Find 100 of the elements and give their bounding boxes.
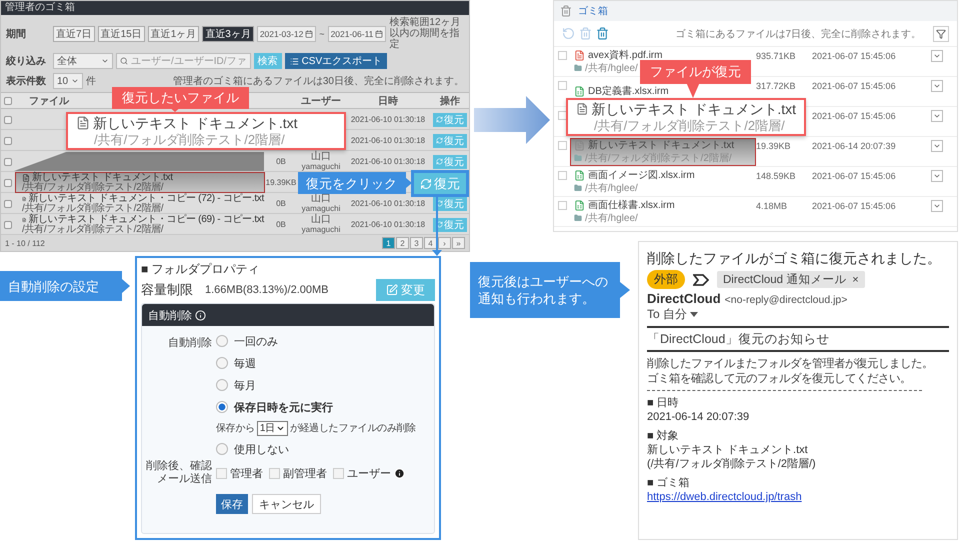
days-select[interactable]: 1日 <box>256 420 288 436</box>
file-icon <box>576 102 588 116</box>
retention-note: ゴミ箱にあるファイルは7日後、完全に削除されます。 <box>675 28 921 40</box>
refresh-icon <box>420 178 432 190</box>
chevron-icon <box>932 82 940 90</box>
row-checkbox[interactable] <box>4 158 12 166</box>
external-tag: 外部 <box>647 270 685 289</box>
option-label: 毎月 <box>234 378 256 392</box>
row-checkbox[interactable] <box>4 220 12 228</box>
refresh-icon <box>436 200 443 207</box>
row-checkbox[interactable] <box>558 171 566 180</box>
file-size: 317.72KB <box>756 80 797 91</box>
deleted-date: 2021-06-07 15:45:06 <box>812 200 897 211</box>
row-checkbox[interactable] <box>558 111 566 120</box>
page-button[interactable]: 3 <box>410 237 423 249</box>
trash-icon[interactable] <box>596 27 609 40</box>
file-size: 0B <box>275 199 287 208</box>
info-icon[interactable] <box>195 310 206 320</box>
row-checkbox[interactable] <box>558 51 566 60</box>
section-heading: ■ 日時 <box>647 396 680 410</box>
callout-label: 復元をクリック <box>298 172 406 194</box>
row-menu-button[interactable] <box>930 200 942 212</box>
date-field[interactable]: 2021-03-12 <box>256 26 316 42</box>
checkbox[interactable] <box>269 468 280 478</box>
save-button[interactable]: 保存 <box>216 494 248 514</box>
file-path: /共有/フォルダ削除テスト/2階層/ <box>22 204 164 214</box>
restore-icon[interactable] <box>562 27 575 40</box>
radio-button[interactable] <box>216 357 228 369</box>
row-menu-button[interactable] <box>930 140 942 152</box>
cancel-button[interactable]: キャンセル <box>252 494 321 514</box>
list-icon <box>290 56 299 66</box>
page-button[interactable]: › <box>438 237 451 249</box>
email-heading: 「DirectCloud」復元のお知らせ <box>647 331 830 348</box>
row-checkbox[interactable] <box>4 200 12 208</box>
period-button[interactable]: 直近1ヶ月 <box>148 26 200 42</box>
option-label: 保存日時を元に実行 <box>234 400 333 414</box>
row-checkbox[interactable] <box>4 136 12 144</box>
radio-button[interactable] <box>216 379 228 391</box>
row-checkbox[interactable] <box>558 141 566 150</box>
row-checkbox[interactable] <box>558 81 566 90</box>
file-icon <box>22 194 26 202</box>
deleted-date: 2021-06-14 20:07:39 <box>812 140 897 151</box>
capacity-value: 1.66MB(83.13%)/2.00MB <box>205 284 329 296</box>
row-checkbox[interactable] <box>4 178 12 186</box>
user-name: 山口 <box>311 152 331 162</box>
field-label: 削除後、確認メール送信 <box>145 460 212 486</box>
row-menu-button[interactable] <box>930 170 942 182</box>
refresh-icon <box>436 137 443 144</box>
checkbox[interactable] <box>216 468 227 478</box>
row-checkbox[interactable] <box>4 116 12 124</box>
select-all-checkbox[interactable] <box>4 96 12 104</box>
deleted-date: 2021-06-10 01:30:18 <box>350 136 426 145</box>
file-size: 148.59KB <box>756 170 797 181</box>
row-checkbox[interactable] <box>558 201 566 210</box>
recipient-toggle[interactable]: To 自分 <box>647 306 949 323</box>
filter-button[interactable] <box>933 26 949 42</box>
chevron-icon <box>101 57 109 65</box>
checkbox[interactable] <box>333 468 344 478</box>
row-menu-button[interactable] <box>930 80 942 92</box>
callout-pointer <box>620 282 630 298</box>
pdf-file-icon <box>574 50 585 60</box>
section-title: 自動削除 <box>148 308 192 322</box>
period-button[interactable]: 直近3ヶ月 <box>202 26 254 42</box>
period-button[interactable]: 直近15日 <box>98 26 145 42</box>
option-label: 毎週 <box>234 356 256 370</box>
file-icon <box>76 116 90 130</box>
remove-label-button[interactable]: × <box>852 274 859 286</box>
file-size: 19.39KB <box>265 178 297 187</box>
checkbox-label: ユーザー <box>347 466 391 480</box>
field-label: 自動削除 <box>167 336 212 351</box>
user-name: 山口 <box>311 194 331 204</box>
radio-button[interactable] <box>216 443 228 455</box>
count-select[interactable]: 10 <box>53 73 84 89</box>
filter-label: 絞り込み <box>6 54 47 68</box>
page-button[interactable]: 4 <box>424 237 437 249</box>
trash-link[interactable]: https://dweb.directcloud.jp/trash <box>647 490 949 504</box>
radio-button[interactable] <box>216 335 228 347</box>
row-menu-button[interactable] <box>930 50 942 62</box>
callout-label: 自動削除の設定 <box>0 271 122 301</box>
page-button[interactable]: 2 <box>396 237 409 249</box>
file-path: /共有/フォルダ削除テスト/2階層/ <box>93 132 286 148</box>
retention-prefix: 保存から <box>216 422 255 435</box>
file-name: 画面イメージ図.xlsx.irm <box>574 170 695 180</box>
info-icon[interactable] <box>394 468 405 478</box>
row-menu-button[interactable] <box>930 110 942 122</box>
filter-label: 表示件数 <box>6 74 47 88</box>
refresh-icon <box>436 221 443 228</box>
file-name: 新しいテキスト ドキュメント・コピー (72) - コピー.txt <box>22 194 264 204</box>
export-button[interactable]: CSVエクスポート <box>284 53 388 69</box>
scope-select[interactable]: 全体 <box>53 53 113 69</box>
file-icon <box>22 216 26 224</box>
trash-icon[interactable] <box>579 27 592 40</box>
period-button[interactable]: 直近7日 <box>53 26 95 42</box>
calendar-icon <box>375 30 384 38</box>
radio-button[interactable] <box>216 401 228 413</box>
date-field[interactable]: 2021-06-11 <box>328 26 386 42</box>
page-button[interactable]: » <box>452 237 465 249</box>
count-unit: 件 <box>86 75 96 88</box>
page-button[interactable]: 1 <box>382 237 395 249</box>
retention-suffix: が経過したファイルのみ削除 <box>290 422 416 435</box>
